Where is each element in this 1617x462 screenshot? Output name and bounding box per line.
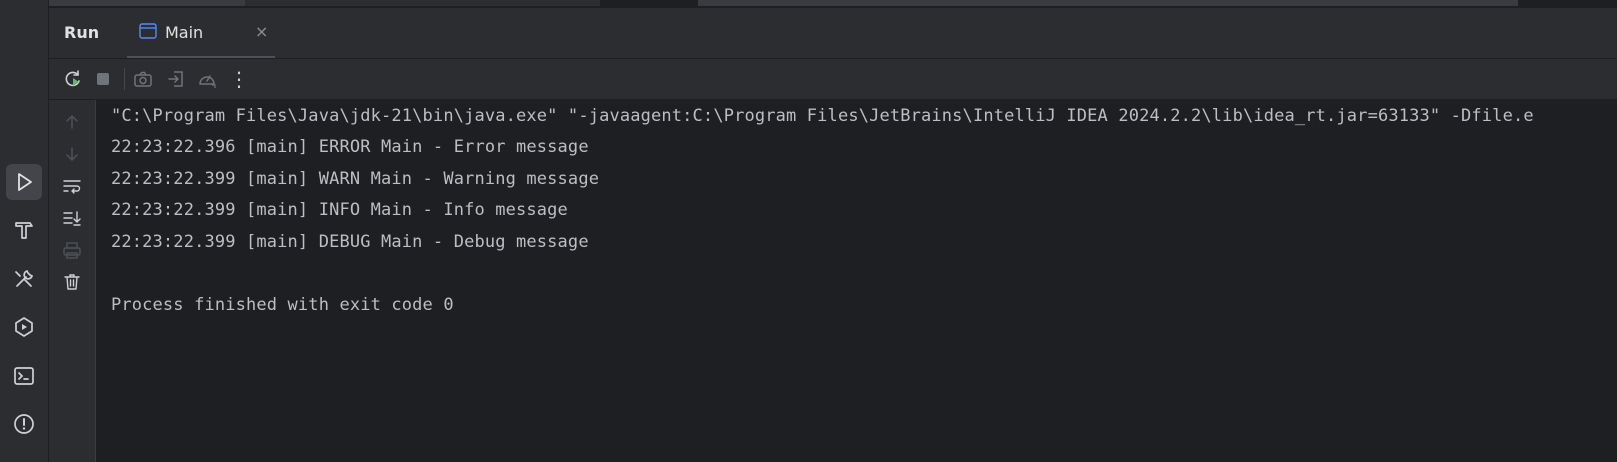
scroll-down-icon xyxy=(66,147,78,161)
console-log-line-warn: 22:23:22.399 [main] WARN Main - Warning … xyxy=(111,169,600,189)
services-tool-button[interactable] xyxy=(6,261,42,297)
left-tool-window-bar xyxy=(0,0,49,462)
stop-button[interactable] xyxy=(91,67,115,91)
problems-icon xyxy=(14,414,34,434)
run-tool-button[interactable] xyxy=(6,164,42,200)
exit-icon xyxy=(168,71,183,87)
print-button[interactable] xyxy=(60,238,84,262)
clear-all-button[interactable] xyxy=(60,270,84,294)
stop-icon xyxy=(97,73,109,85)
scroll-to-end-button[interactable] xyxy=(60,206,84,230)
horizontal-scrollbar-right[interactable] xyxy=(698,0,1518,6)
rerun-button[interactable] xyxy=(61,67,85,91)
panel-title: Run xyxy=(64,23,100,42)
profiler-icon xyxy=(199,75,216,88)
problems-tool-button[interactable] xyxy=(6,406,42,442)
console-output[interactable]: "C:\Program Files\Java\jdk-21\bin\java.e… xyxy=(96,100,1617,462)
up-button[interactable] xyxy=(60,110,84,134)
application-window-icon xyxy=(139,23,157,39)
profiler-button[interactable] xyxy=(195,67,219,91)
terminal-icon xyxy=(14,367,34,385)
run-panel-header: Run Main × xyxy=(49,8,1617,59)
build-tool-button[interactable] xyxy=(6,212,42,248)
debug-services-icon xyxy=(15,317,33,337)
soft-wrap-icon xyxy=(63,180,81,194)
horizontal-scrollbar-mid[interactable] xyxy=(245,0,600,6)
toolbar-separator xyxy=(124,68,125,90)
services-tools-icon xyxy=(15,269,34,287)
scroll-up-icon xyxy=(66,115,78,129)
tab-main[interactable]: Main × xyxy=(127,8,275,58)
exit-button[interactable] xyxy=(164,67,188,91)
rerun-icon xyxy=(65,70,80,87)
debug-services-tool-button[interactable] xyxy=(6,309,42,345)
console-command-line: "C:\Program Files\Java\jdk-21\bin\java.e… xyxy=(111,106,1534,126)
clear-all-icon xyxy=(64,274,80,290)
print-icon xyxy=(63,242,81,259)
scroll-to-end-icon xyxy=(63,211,81,226)
thread-dump-button[interactable] xyxy=(131,67,155,91)
down-button[interactable] xyxy=(60,142,84,166)
terminal-tool-button[interactable] xyxy=(6,358,42,394)
run-toolbar: ⋮ xyxy=(49,59,1617,100)
build-hammer-icon xyxy=(15,222,33,239)
soft-wrap-button[interactable] xyxy=(60,174,84,198)
editor-scrollbar-strip xyxy=(0,0,1617,8)
tab-label: Main xyxy=(165,23,204,42)
run-tool-icon xyxy=(18,173,32,191)
console-process-finished: Process finished with exit code 0 xyxy=(111,295,454,315)
tab-close-icon[interactable]: × xyxy=(255,22,268,41)
console-log-line-info: 22:23:22.399 [main] INFO Main - Info mes… xyxy=(111,200,568,220)
more-options-icon: ⋮ xyxy=(229,67,249,91)
console-log-line-error: 22:23:22.396 [main] ERROR Main - Error m… xyxy=(111,137,589,157)
camera-icon xyxy=(134,71,152,87)
console-side-toolbar xyxy=(49,100,96,462)
more-options-button[interactable]: ⋮ xyxy=(227,67,251,91)
console-log-line-debug: 22:23:22.399 [main] DEBUG Main - Debug m… xyxy=(111,232,589,252)
